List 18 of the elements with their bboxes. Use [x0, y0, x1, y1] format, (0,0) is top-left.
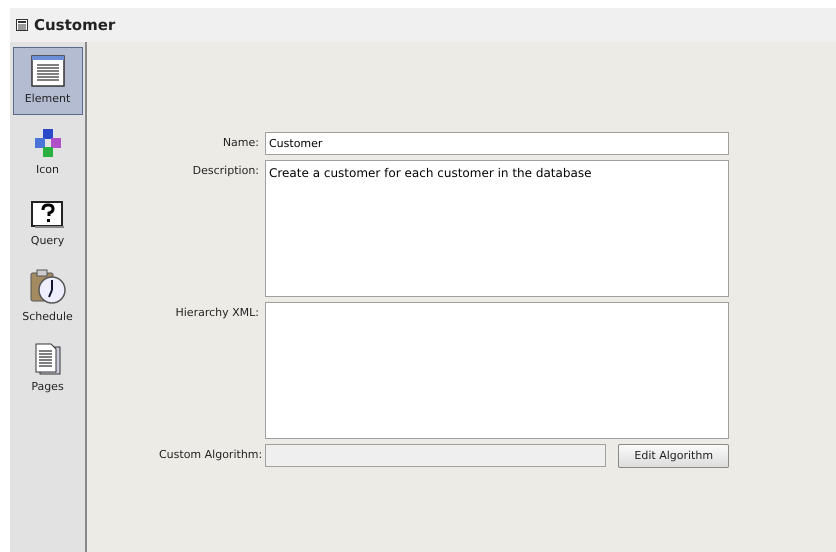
field-label: Name:	[222, 135, 259, 151]
text-area[interactable]: Create a customer for each customer in the database	[265, 160, 729, 297]
window-icon	[16, 19, 28, 31]
sidebar-item[interactable]: Pages	[12, 335, 82, 403]
sidebar-item[interactable]: Schedule	[12, 263, 82, 331]
field-label: Description:	[192, 163, 259, 179]
question-mark-icon	[30, 200, 64, 229]
sidebar-item[interactable]: Query	[12, 191, 82, 259]
document-pages-icon	[34, 342, 60, 375]
colored-blocks-icon	[32, 128, 62, 158]
field-label: Hierarchy XML:	[174, 305, 259, 321]
input-field[interactable]: Customer	[265, 132, 729, 155]
document-list-icon	[30, 54, 64, 87]
field-label: Custom Algorithm:	[159, 447, 259, 463]
window-title: Customer	[34, 14, 116, 36]
clipboard-clock-icon	[28, 268, 66, 305]
sidebar-item[interactable]: Icon	[12, 119, 82, 187]
sidebar-item[interactable]: Element	[12, 47, 82, 115]
